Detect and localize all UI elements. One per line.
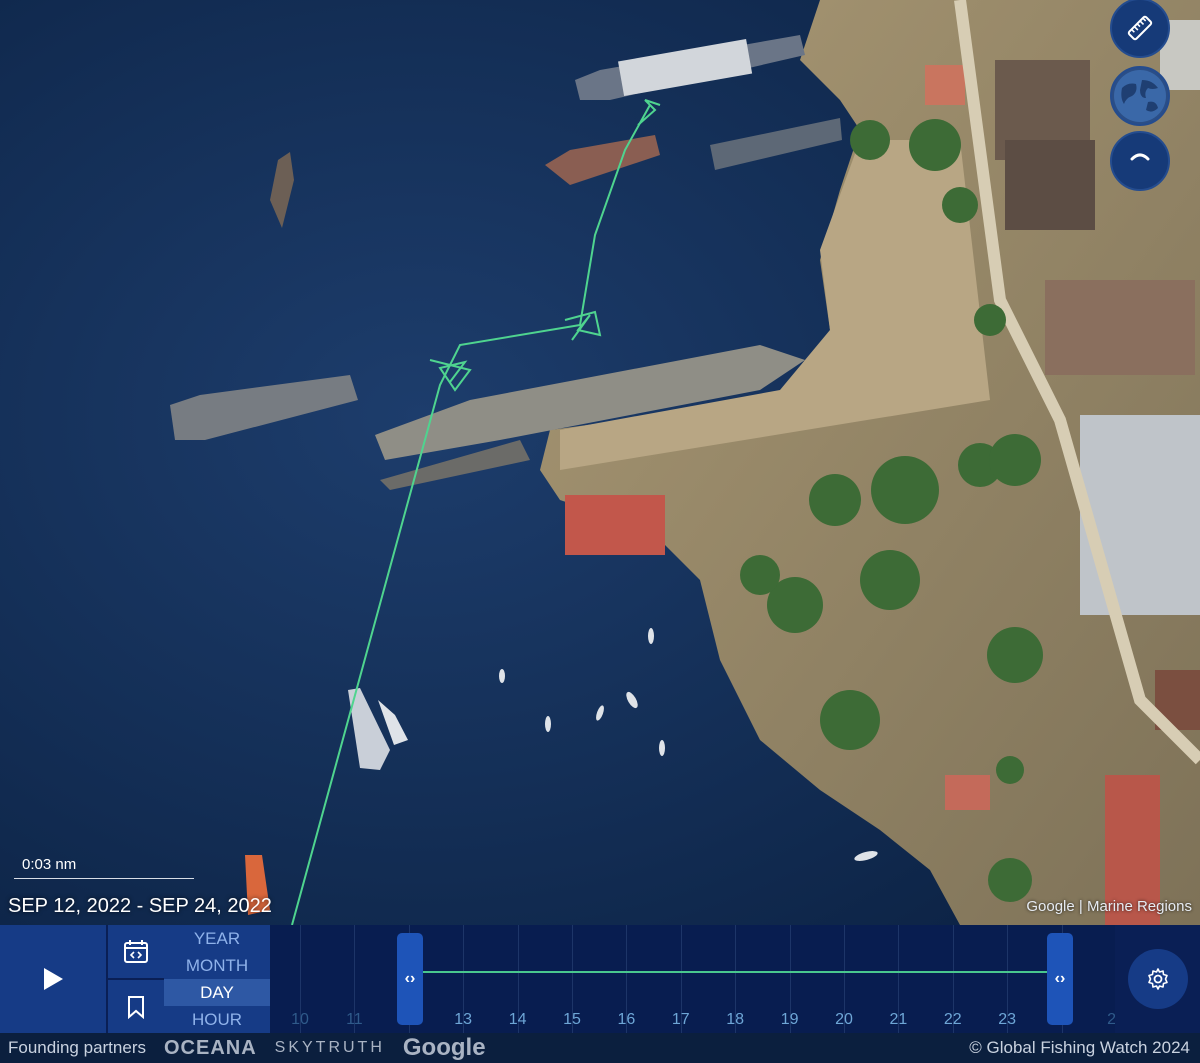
timebar: YEAR MONTH DAY HOUR 10111213141516171819… xyxy=(0,925,1200,1033)
timeline-tick-label: 16 xyxy=(617,1011,636,1028)
timeline-tick-label: 19 xyxy=(780,1011,799,1028)
range-end-handle[interactable]: ‹› xyxy=(1047,933,1073,1025)
reset-view-button[interactable] xyxy=(1110,131,1170,191)
timeline-tick-label: 14 xyxy=(508,1011,527,1028)
satellite-map[interactable]: 0:03 nm SEP 12, 2022 - SEP 24, 2022 Goog… xyxy=(0,0,1200,925)
settings-button[interactable] xyxy=(1127,949,1188,1009)
basemap-button[interactable] xyxy=(1110,66,1170,126)
timeline-tick-label: 23 xyxy=(998,1011,1017,1028)
play-icon xyxy=(44,968,63,990)
timeline-tick-label: 22 xyxy=(943,1011,962,1028)
timebar-tools xyxy=(108,925,164,1033)
timeline-tick-label: 20 xyxy=(835,1011,853,1028)
bookmark-button[interactable] xyxy=(108,978,164,1033)
timeline-tick-label: 17 xyxy=(671,1011,690,1028)
timeline-tick-label: 18 xyxy=(726,1011,745,1028)
activity-line xyxy=(408,971,1060,973)
skytruth-logo[interactable]: SKYTRUTH xyxy=(275,1039,385,1057)
date-range-label: SEP 12, 2022 - SEP 24, 2022 xyxy=(8,895,272,917)
interval-hour[interactable]: HOUR xyxy=(164,1006,270,1033)
ruler-icon xyxy=(1127,15,1153,41)
interval-year[interactable]: YEAR xyxy=(164,925,270,952)
scale-bar: 0:03 nm xyxy=(14,856,194,879)
settings-area xyxy=(1115,925,1200,1033)
timeline[interactable]: 10111213141516171819202122232425 ‹› ‹› xyxy=(270,925,1115,1033)
interval-selector: YEAR MONTH DAY HOUR xyxy=(164,925,270,1033)
timeline-tick-label: 11 xyxy=(346,1011,363,1028)
interval-month[interactable]: MONTH xyxy=(164,952,270,979)
gear-icon xyxy=(1147,968,1168,990)
globe-icon xyxy=(1114,70,1166,122)
range-start-handle[interactable]: ‹› xyxy=(397,933,423,1025)
interval-day[interactable]: DAY xyxy=(164,979,270,1006)
google-logo[interactable]: Google xyxy=(403,1034,486,1062)
bookmark-icon xyxy=(128,995,144,1019)
ruler-button[interactable] xyxy=(1110,0,1170,58)
map-attribution: Google | Marine Regions xyxy=(1026,898,1192,915)
map-imagery xyxy=(0,0,1200,925)
timeline-tick-label: 21 xyxy=(889,1011,908,1028)
play-button[interactable] xyxy=(0,925,108,1033)
timeline-tick-label: 10 xyxy=(291,1011,309,1028)
oceana-logo[interactable]: OCEANA xyxy=(164,1037,257,1060)
timeline-tick-label: 25 xyxy=(1107,1011,1115,1028)
calendar-button[interactable] xyxy=(108,925,164,978)
founding-partners-label: Founding partners xyxy=(8,1038,146,1057)
copyright-notice: © Global Fishing Watch 2024 xyxy=(969,1038,1190,1057)
timeline-tick-label: 15 xyxy=(563,1011,581,1028)
calendar-icon xyxy=(124,939,148,963)
scale-label: 0:03 nm xyxy=(22,856,77,873)
compass-icon xyxy=(1130,153,1150,161)
app-root: 0:03 nm SEP 12, 2022 - SEP 24, 2022 Goog… xyxy=(0,0,1200,1063)
timeline-tick-label: 13 xyxy=(454,1011,473,1028)
footer: Founding partners OCEANA SKYTRUTH Google… xyxy=(0,1033,1200,1063)
